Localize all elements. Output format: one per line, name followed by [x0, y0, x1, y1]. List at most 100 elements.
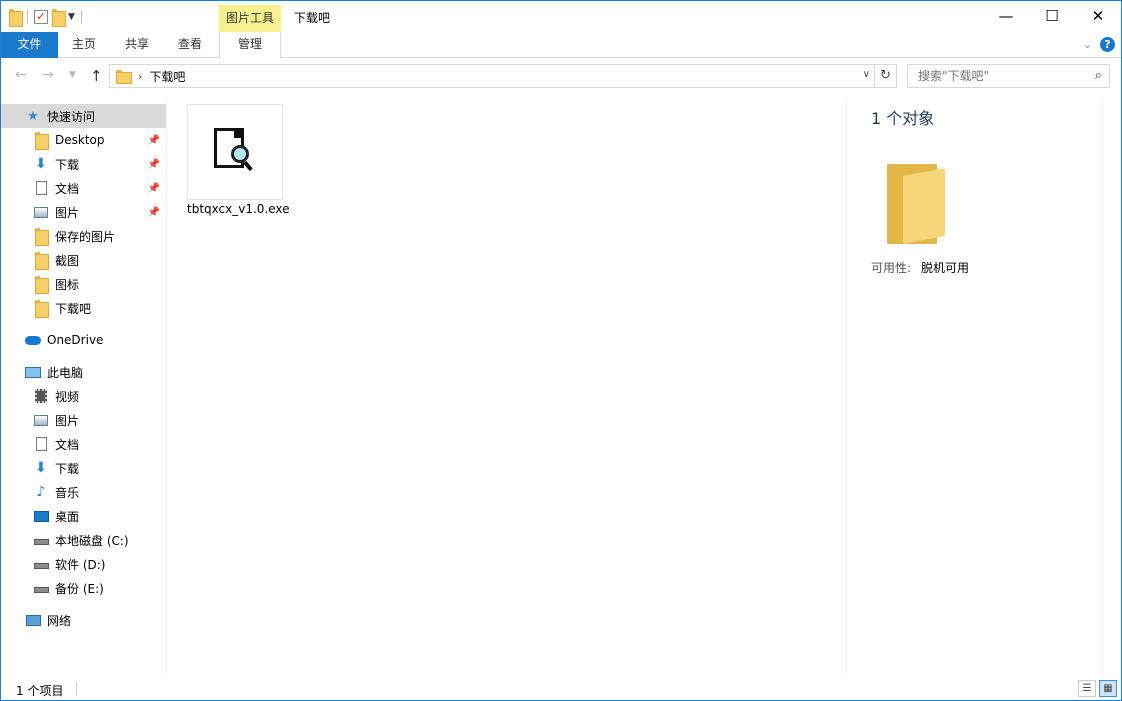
- nav-this-pc[interactable]: 此电脑: [1, 360, 166, 384]
- tab-view[interactable]: 查看: [168, 32, 212, 58]
- details-divider[interactable]: [846, 98, 847, 676]
- nav-label: 文档: [55, 181, 80, 196]
- pane-divider[interactable]: [166, 98, 167, 676]
- file-name[interactable]: tbtqxcx_v1.0.exe: [187, 202, 290, 216]
- toolbar-separator: [27, 10, 28, 24]
- details-title: 1 个对象: [871, 109, 935, 128]
- nav-item-pictures[interactable]: 图片 📌: [1, 200, 166, 224]
- refresh-icon[interactable]: ↻: [874, 65, 896, 87]
- star-icon: ★: [27, 108, 39, 124]
- tab-share[interactable]: 共享: [115, 32, 159, 58]
- breadcrumb-item[interactable]: 下载吧: [149, 68, 185, 85]
- folder-icon[interactable]: [9, 9, 23, 27]
- nav-item-pc-documents[interactable]: 文档: [1, 432, 166, 456]
- availability-label: 可用性:: [871, 261, 912, 275]
- tab-manage[interactable]: 管理: [219, 32, 281, 59]
- tab-file[interactable]: 文件: [1, 32, 58, 58]
- nav-item-pc-pictures[interactable]: 图片: [1, 408, 166, 432]
- file-tile[interactable]: [187, 104, 283, 200]
- folder-icon: [35, 252, 49, 270]
- nav-onedrive[interactable]: OneDrive: [1, 328, 166, 352]
- document-icon: [35, 181, 47, 195]
- nav-quick-access[interactable]: ★ 快速访问: [1, 104, 166, 128]
- window-title: 下载吧: [294, 11, 331, 25]
- pin-icon[interactable]: 📌: [146, 159, 162, 170]
- nav-label: 文档: [55, 437, 80, 452]
- nav-label: 快速访问: [47, 109, 96, 124]
- music-icon: ♪: [36, 484, 46, 500]
- close-button[interactable]: ✕: [1075, 1, 1121, 32]
- nav-label: 视频: [55, 389, 80, 404]
- nav-label: 截图: [55, 253, 80, 268]
- nav-item-icons[interactable]: 图标: [1, 272, 166, 296]
- drive-c-icon: [33, 539, 49, 545]
- drive-icon: [33, 587, 49, 593]
- breadcrumb-chevron-icon[interactable]: ›: [138, 70, 142, 83]
- nav-label: 下载吧: [55, 301, 92, 316]
- up-arrow-icon[interactable]: ↑: [90, 67, 103, 85]
- nav-label: 保存的图片: [55, 229, 116, 244]
- nav-label: 桌面: [55, 509, 80, 524]
- nav-item-desktop-pc[interactable]: 桌面: [1, 504, 166, 528]
- status-bar: 1 个项目 ☰ ▦: [1, 678, 1121, 700]
- tab-home[interactable]: 主页: [62, 32, 106, 58]
- address-dropdown-icon[interactable]: ∨: [863, 69, 870, 80]
- folder-icon: [35, 132, 49, 150]
- nav-item-downloads[interactable]: ⬇ 下载 📌: [1, 152, 166, 176]
- recent-locations-chevron-icon[interactable]: ▼: [69, 70, 76, 80]
- nav-item-drive-d[interactable]: 软件 (D:): [1, 552, 166, 576]
- new-folder-icon[interactable]: [52, 9, 66, 27]
- nav-label: 此电脑: [47, 365, 84, 380]
- navigation-pane: ★ 快速访问 Desktop 📌 ⬇ 下载 📌 文档 📌 图片 📌 保存的图片: [1, 98, 166, 676]
- nav-item-documents[interactable]: 文档 📌: [1, 176, 166, 200]
- nav-item-screenshots[interactable]: 截图: [1, 248, 166, 272]
- help-icon[interactable]: ?: [1100, 37, 1115, 52]
- document-icon: [35, 437, 47, 451]
- nav-item-drive-c[interactable]: 本地磁盘 (C:): [1, 528, 166, 552]
- search-input[interactable]: [908, 65, 1078, 87]
- forward-arrow-icon[interactable]: →: [42, 67, 54, 83]
- pin-icon[interactable]: 📌: [146, 207, 162, 218]
- nav-label: 图标: [55, 277, 80, 292]
- nav-item-videos[interactable]: 视频: [1, 384, 166, 408]
- minimize-button[interactable]: —: [983, 1, 1029, 32]
- nav-label: 备份 (E:): [55, 581, 104, 596]
- item-count: 1 个项目: [16, 684, 64, 698]
- cloud-icon: [25, 335, 41, 345]
- address-bar[interactable]: › 下载吧 ∨ ↻: [109, 64, 897, 88]
- nav-item-saved-pictures[interactable]: 保存的图片: [1, 224, 166, 248]
- customize-dropdown-icon[interactable]: ▼: [68, 12, 75, 22]
- search-box[interactable]: ⌕: [907, 64, 1110, 88]
- folder-icon: [116, 70, 132, 84]
- nav-item-pc-downloads[interactable]: ⬇ 下载: [1, 456, 166, 480]
- picture-icon: [34, 414, 48, 426]
- folder-icon: [35, 300, 49, 318]
- large-icons-view-icon[interactable]: ▦: [1099, 680, 1117, 697]
- nav-item-music[interactable]: ♪ 音乐: [1, 480, 166, 504]
- nav-item-desktop[interactable]: Desktop 📌: [1, 128, 166, 152]
- nav-label: 图片: [55, 205, 80, 220]
- view-switcher: ☰ ▦: [1078, 680, 1117, 697]
- folder-large-icon: [887, 164, 945, 246]
- folder-icon: [35, 276, 49, 294]
- network-icon: [25, 614, 41, 626]
- ribbon-tabs: 文件 主页 共享 查看 管理 ⌄ ?: [1, 32, 1121, 59]
- computer-icon: [25, 366, 41, 378]
- nav-label: 音乐: [55, 485, 80, 500]
- explorer-window: ✓ ▼ 图片工具 下载吧 — ☐ ✕ 文件 主页 共享 查看 管理 ⌄ ? ← …: [0, 0, 1122, 701]
- nav-network[interactable]: 网络: [1, 608, 166, 632]
- nav-label: 网络: [47, 613, 72, 628]
- nav-item-drive-e[interactable]: 备份 (E:): [1, 576, 166, 600]
- pin-icon[interactable]: 📌: [146, 135, 162, 146]
- maximize-button[interactable]: ☐: [1029, 1, 1075, 32]
- pin-icon[interactable]: 📌: [146, 183, 162, 194]
- exe-search-icon: [214, 128, 253, 174]
- search-icon[interactable]: ⌕: [1095, 68, 1102, 83]
- nav-item-xiazaiba[interactable]: 下载吧: [1, 296, 166, 320]
- details-view-icon[interactable]: ☰: [1078, 680, 1096, 697]
- properties-icon[interactable]: ✓: [34, 10, 48, 24]
- toolbar-separator: [80, 10, 82, 24]
- back-arrow-icon[interactable]: ←: [15, 67, 27, 83]
- vertical-scrollbar[interactable]: [1102, 98, 1119, 676]
- expand-ribbon-icon[interactable]: ⌄: [1083, 38, 1092, 51]
